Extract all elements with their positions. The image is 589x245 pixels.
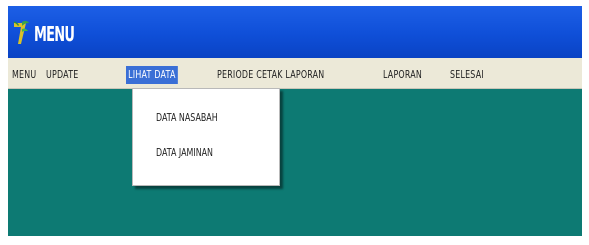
menu-periode-cetak-laporan[interactable]: PERIODE CETAK LAPORAN [217, 66, 324, 84]
lihat-data-dropdown: DATA NASABAH DATA JAMINAN [132, 88, 280, 186]
dropdown-item-data-jaminan[interactable]: DATA JAMINAN [156, 144, 213, 162]
dropdown-item-data-nasabah[interactable]: DATA NASABAH [156, 109, 218, 127]
title-bar[interactable]: MENU [8, 6, 586, 58]
menu-selesai[interactable]: SELESAI [450, 66, 484, 84]
app-window: MENU MENU UPDATE LIHAT DATA PERIODE CETA… [8, 6, 586, 236]
app-logo-icon[interactable] [12, 20, 30, 46]
menu-update[interactable]: UPDATE [46, 66, 78, 84]
window-title: MENU [34, 22, 75, 46]
menu-bar: MENU UPDATE LIHAT DATA PERIODE CETAK LAP… [8, 58, 586, 89]
menu-lihat-data[interactable]: LIHAT DATA [126, 66, 178, 84]
menu-laporan[interactable]: LAPORAN [383, 66, 422, 84]
menu-menu[interactable]: MENU [12, 66, 36, 84]
window-edge [582, 6, 586, 236]
